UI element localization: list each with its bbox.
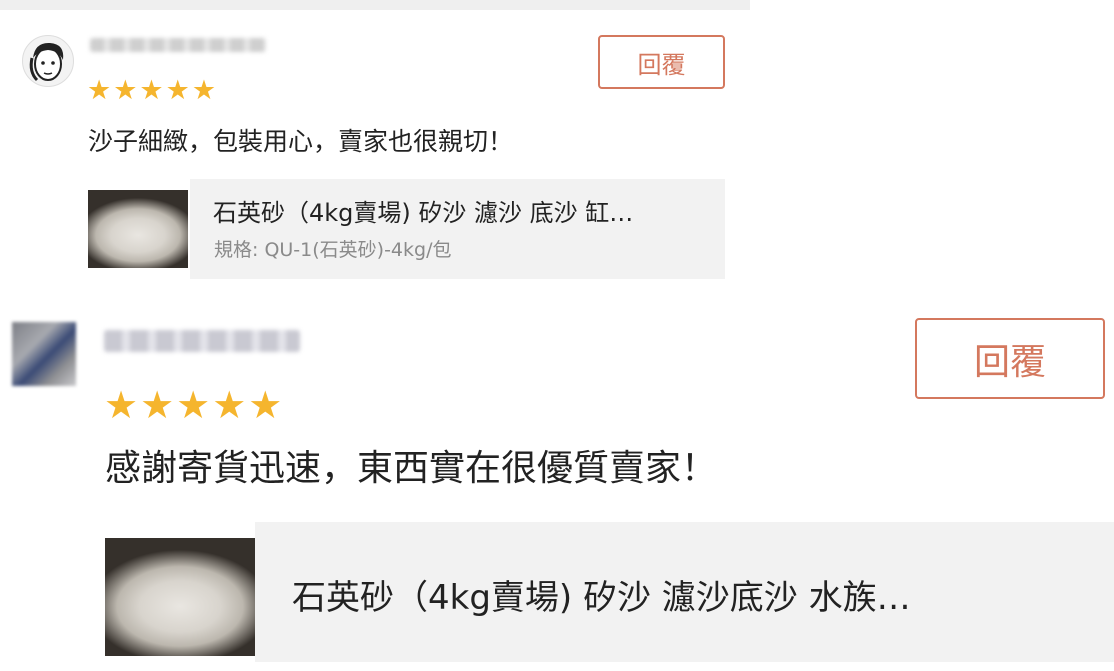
star-rating: ★★★★★	[87, 75, 219, 106]
username-blurred	[90, 38, 266, 52]
star-rating: ★★★★★	[104, 383, 285, 427]
product-title[interactable]: 石英砂（4kg賣場) 矽沙 濾沙 底沙 缸…	[213, 196, 633, 230]
reply-button[interactable]: 回覆	[915, 318, 1105, 399]
avatar-face-icon	[29, 42, 64, 82]
review-comment: 沙子細緻，包裝用心，賣家也很親切！	[88, 127, 514, 156]
reply-button[interactable]: 回覆	[598, 35, 725, 89]
product-title[interactable]: 石英砂（4kg賣場) 矽沙 濾沙底沙 水族…	[292, 574, 911, 622]
user-avatar[interactable]	[12, 322, 76, 386]
review-comment: 感謝寄貨迅速，東西實在很優質賣家！	[105, 448, 718, 489]
user-avatar[interactable]	[22, 35, 74, 87]
top-divider	[0, 0, 750, 10]
product-thumbnail[interactable]	[105, 538, 255, 656]
product-thumbnail[interactable]	[88, 190, 188, 268]
product-spec: 規格: QU-1(石英砂)-4kg/包	[214, 239, 452, 261]
username-blurred	[104, 330, 300, 352]
